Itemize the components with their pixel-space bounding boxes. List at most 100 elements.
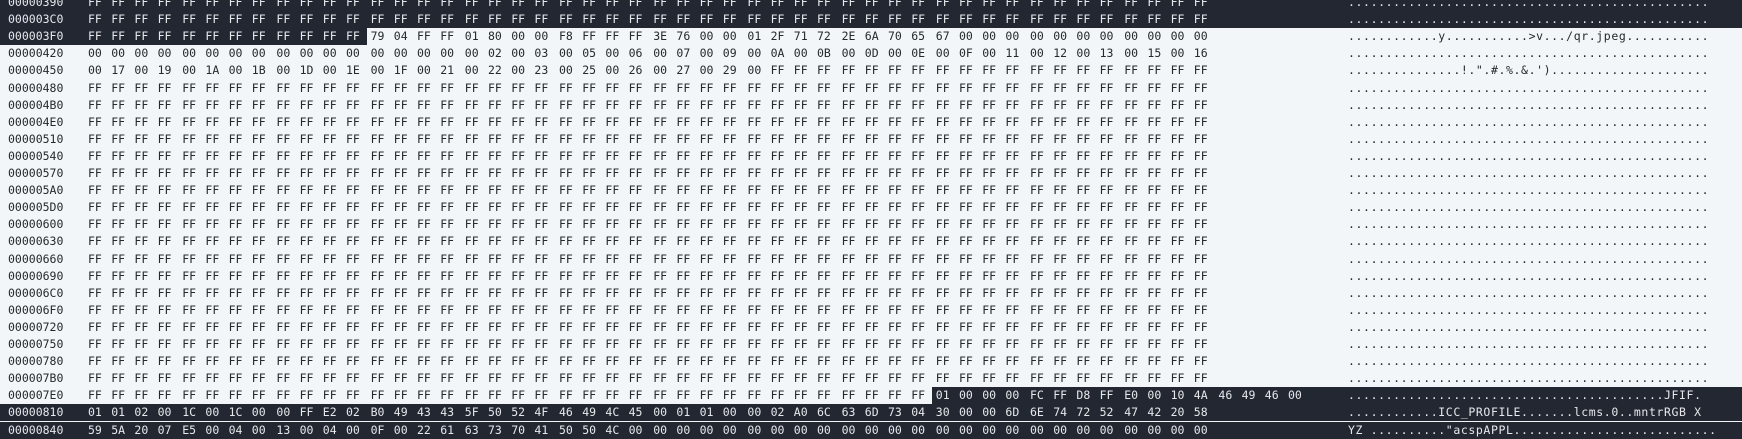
- hex-byte[interactable]: FF: [1100, 80, 1118, 97]
- hex-byte[interactable]: 43: [440, 404, 458, 421]
- hex-byte[interactable]: FF: [700, 97, 718, 114]
- hex-byte[interactable]: FF: [1030, 11, 1048, 28]
- hex-byte[interactable]: FF: [1030, 148, 1048, 165]
- hex-byte[interactable]: FF: [1147, 319, 1165, 336]
- hex-byte[interactable]: FF: [1194, 97, 1212, 114]
- hex-byte[interactable]: FF: [417, 336, 435, 353]
- hex-byte[interactable]: FF: [488, 387, 506, 404]
- hex-byte[interactable]: FF: [111, 216, 129, 233]
- hex-byte[interactable]: 13: [1100, 45, 1118, 62]
- hex-byte[interactable]: FF: [865, 302, 883, 319]
- hex-byte[interactable]: 6D: [865, 404, 883, 421]
- hex-byte[interactable]: FF: [252, 285, 270, 302]
- ascii-column[interactable]: ........................................…: [1348, 199, 1709, 216]
- hex-byte[interactable]: 4C: [605, 404, 623, 421]
- hex-byte[interactable]: FF: [511, 199, 529, 216]
- hex-byte[interactable]: FF: [300, 353, 318, 370]
- ascii-column[interactable]: ........................................…: [1348, 97, 1709, 114]
- hex-byte[interactable]: FF: [911, 353, 929, 370]
- hex-byte[interactable]: FF: [511, 370, 529, 387]
- ascii-column[interactable]: ........................................…: [1348, 131, 1709, 148]
- hex-byte[interactable]: 00: [771, 422, 789, 439]
- hex-byte[interactable]: 00: [394, 45, 412, 62]
- hex-byte[interactable]: FF: [276, 114, 294, 131]
- hex-byte[interactable]: FF: [723, 233, 741, 250]
- hex-byte[interactable]: FF: [817, 233, 835, 250]
- hex-byte[interactable]: FF: [982, 336, 1000, 353]
- hex-byte[interactable]: FF: [1005, 11, 1023, 28]
- hex-byte[interactable]: FF: [771, 165, 789, 182]
- hex-byte[interactable]: FF: [488, 80, 506, 97]
- hex-byte[interactable]: FF: [959, 302, 977, 319]
- hex-byte[interactable]: FF: [936, 370, 954, 387]
- hex-byte[interactable]: FF: [205, 336, 223, 353]
- hex-byte[interactable]: FF: [959, 319, 977, 336]
- hex-byte[interactable]: FF: [1005, 370, 1023, 387]
- hex-byte[interactable]: E2: [323, 404, 341, 421]
- hex-byte[interactable]: 13: [276, 422, 294, 439]
- hex-byte[interactable]: FF: [794, 148, 812, 165]
- hex-byte[interactable]: FF: [936, 353, 954, 370]
- hex-byte[interactable]: FF: [982, 268, 1000, 285]
- hex-byte[interactable]: FF: [252, 131, 270, 148]
- hex-byte[interactable]: FF: [511, 353, 529, 370]
- hex-byte[interactable]: FF: [205, 80, 223, 97]
- hex-byte[interactable]: FF: [582, 148, 600, 165]
- hex-byte[interactable]: 00: [723, 28, 741, 45]
- hex-byte[interactable]: FF: [1005, 97, 1023, 114]
- hex-byte[interactable]: FF: [229, 131, 247, 148]
- hex-byte[interactable]: 67: [936, 28, 954, 45]
- hex-byte[interactable]: FF: [371, 165, 389, 182]
- hex-byte[interactable]: 00: [1171, 422, 1189, 439]
- hex-byte[interactable]: 72: [817, 28, 835, 45]
- hex-byte[interactable]: FF: [629, 268, 647, 285]
- hex-byte[interactable]: FF: [346, 251, 364, 268]
- hex-byte[interactable]: FF: [1005, 148, 1023, 165]
- hex-byte[interactable]: FF: [134, 114, 152, 131]
- hex-byte[interactable]: FF: [1194, 268, 1212, 285]
- hex-byte[interactable]: FF: [982, 216, 1000, 233]
- hex-byte[interactable]: FF: [747, 387, 765, 404]
- hex-byte[interactable]: FF: [865, 319, 883, 336]
- hex-byte[interactable]: FF: [1005, 199, 1023, 216]
- hex-byte[interactable]: FF: [440, 319, 458, 336]
- hex-byte[interactable]: FF: [747, 319, 765, 336]
- hex-byte[interactable]: 00: [653, 62, 671, 79]
- hex-byte[interactable]: FF: [1124, 62, 1142, 79]
- hex-byte[interactable]: FF: [371, 251, 389, 268]
- hex-byte[interactable]: FF: [1005, 233, 1023, 250]
- ascii-column[interactable]: ........................................…: [1348, 11, 1709, 28]
- hex-byte[interactable]: FF: [747, 336, 765, 353]
- hex-byte[interactable]: FF: [959, 251, 977, 268]
- hex-byte[interactable]: 20: [134, 422, 152, 439]
- hex-byte[interactable]: FF: [700, 370, 718, 387]
- hex-byte[interactable]: FF: [629, 97, 647, 114]
- hex-byte[interactable]: 00: [300, 45, 318, 62]
- hex-byte[interactable]: FF: [982, 199, 1000, 216]
- hex-byte[interactable]: FF: [394, 353, 412, 370]
- hex-byte[interactable]: FF: [1030, 268, 1048, 285]
- hex-byte[interactable]: FF: [936, 216, 954, 233]
- hex-byte[interactable]: 04: [323, 422, 341, 439]
- hex-byte[interactable]: FF: [1171, 302, 1189, 319]
- hex-byte[interactable]: FF: [1100, 182, 1118, 199]
- hex-byte[interactable]: 00: [559, 45, 577, 62]
- hex-byte[interactable]: FF: [794, 97, 812, 114]
- hex-byte[interactable]: FF: [465, 370, 483, 387]
- hex-byte[interactable]: FF: [205, 353, 223, 370]
- hex-byte[interactable]: FF: [158, 97, 176, 114]
- hex-byte[interactable]: FF: [1147, 353, 1165, 370]
- hex-byte[interactable]: 07: [158, 422, 176, 439]
- hex-byte[interactable]: 00: [346, 45, 364, 62]
- hex-byte[interactable]: FF: [817, 199, 835, 216]
- hex-byte[interactable]: FF: [982, 0, 1000, 11]
- hex-byte[interactable]: 05: [582, 45, 600, 62]
- hex-byte[interactable]: 00: [276, 404, 294, 421]
- hex-byte[interactable]: FF: [747, 11, 765, 28]
- hex-byte[interactable]: FF: [1171, 336, 1189, 353]
- hex-byte[interactable]: FF: [440, 182, 458, 199]
- hex-byte[interactable]: FF: [700, 233, 718, 250]
- hex-byte[interactable]: 00: [300, 422, 318, 439]
- hex-byte[interactable]: FF: [182, 319, 200, 336]
- hex-byte[interactable]: FF: [276, 268, 294, 285]
